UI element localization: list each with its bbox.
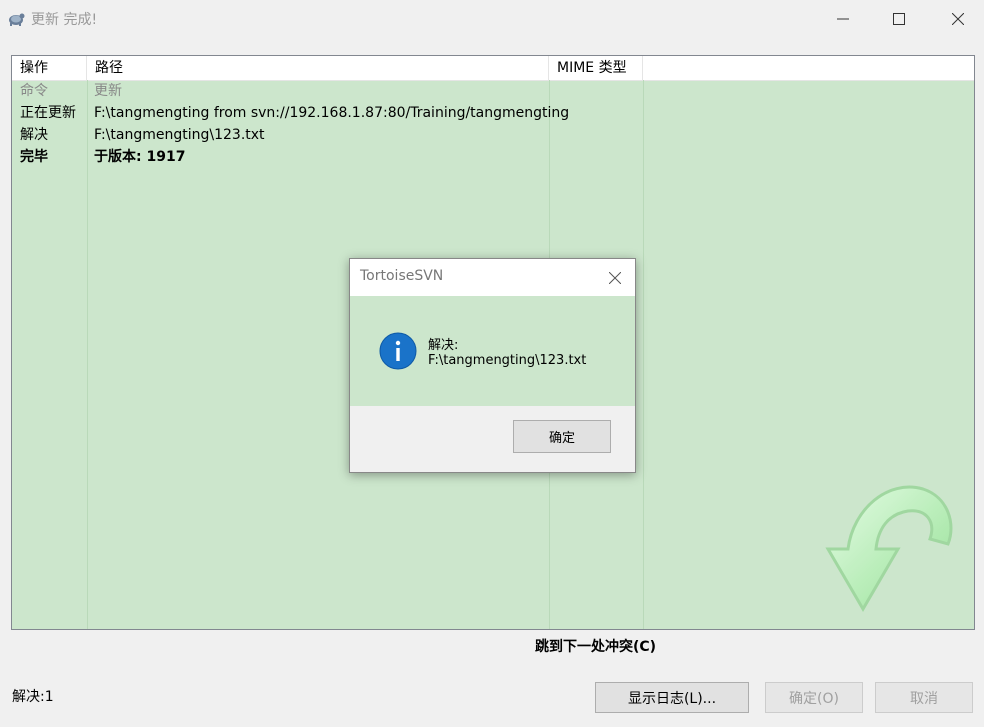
minimize-button[interactable] [820, 0, 866, 37]
row-action: 命令 [20, 83, 48, 99]
status-text: 解决:1 [12, 689, 54, 705]
list-header: 操作 路径 MIME 类型 [12, 56, 974, 81]
dialog-title: TortoiseSVN [360, 268, 444, 284]
maximize-icon [893, 12, 905, 25]
window-title: 更新 完成! [31, 12, 98, 28]
column-header-empty[interactable] [643, 56, 974, 80]
row-path: F:\tangmengting from svn://192.168.1.87:… [94, 105, 570, 121]
column-header-path[interactable]: 路径 [87, 56, 549, 80]
column-header-mime[interactable]: MIME 类型 [549, 56, 643, 80]
row-action: 正在更新 [20, 105, 76, 121]
cancel-button[interactable]: 取消 [875, 682, 973, 713]
row-path: F:\tangmengting\123.txt [94, 127, 265, 143]
dialog-title-bar: TortoiseSVN [350, 259, 635, 296]
dialog-close-button[interactable] [601, 264, 629, 292]
dialog-message-label: 解决: [428, 338, 459, 353]
dialog-ok-button[interactable]: 确定 [513, 420, 611, 453]
row-path: 更新 [94, 83, 122, 99]
column-divider [87, 80, 88, 629]
update-arrow-watermark [825, 485, 953, 612]
column-header-action[interactable]: 操作 [12, 56, 87, 80]
minimize-icon [837, 18, 849, 19]
close-button[interactable] [935, 0, 981, 37]
next-conflict-button[interactable]: 跳到下一处冲突(C) [535, 636, 656, 656]
dialog-body: 解决: F:\tangmengting\123.txt [350, 296, 635, 406]
dialog-message-path: F:\tangmengting\123.txt [428, 353, 587, 368]
row-action: 完毕 [20, 149, 48, 165]
maximize-button[interactable] [876, 0, 922, 37]
tortoise-icon [6, 8, 26, 28]
row-path: 于版本: 1917 [94, 149, 186, 165]
column-divider [643, 80, 644, 629]
close-icon [609, 272, 621, 284]
ok-button[interactable]: 确定(O) [765, 682, 863, 713]
info-dialog: TortoiseSVN 解决: F:\tangmengting\123.txt … [349, 258, 636, 473]
row-action: 解决 [20, 127, 48, 143]
info-icon [379, 332, 417, 370]
close-icon [952, 12, 964, 25]
show-log-button[interactable]: 显示日志(L)... [595, 682, 749, 713]
title-bar: 更新 完成! [0, 0, 984, 37]
